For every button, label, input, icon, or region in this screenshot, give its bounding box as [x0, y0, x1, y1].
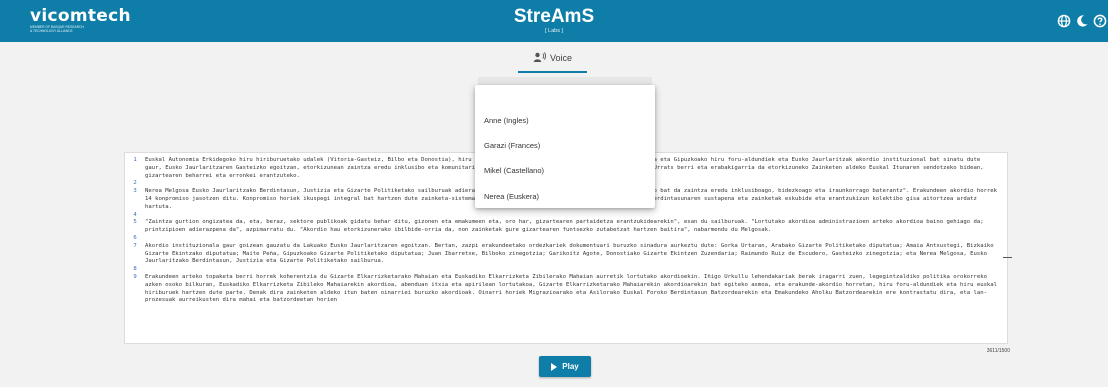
line-text: Erakundeen arteko topaketa berri horrek … — [145, 273, 998, 304]
voice-option-anne[interactable]: Anne (Ingles) — [475, 110, 655, 132]
voice-option-mikel[interactable]: Mikel (Castellano) — [475, 160, 655, 182]
app-title: StreAmS — [513, 6, 595, 27]
voice-option-garazi[interactable]: Garazi (Frances) — [475, 135, 655, 157]
line-number: 8 — [133, 266, 137, 273]
line-number: 5 — [133, 219, 137, 226]
play-button[interactable]: Play — [539, 356, 591, 377]
app-subtitle: [ Labs ] — [544, 28, 564, 34]
line-text — [145, 266, 1007, 274]
line-text: Akordio instituzionala gaur goizean gauz… — [145, 242, 994, 265]
globe-icon[interactable] — [1057, 11, 1075, 31]
line-text — [145, 235, 1007, 243]
tab-voice[interactable]: Voice — [518, 45, 587, 73]
line-number: 1 — [133, 157, 137, 163]
editor-line: 9 Erakundeen arteko topaketa berri horrek… — [125, 274, 1007, 305]
editor-scrollbar-mark — [1003, 257, 1012, 258]
app-header: vicomtech MEMBER OF BASQUE RESEARCH & TE… — [0, 0, 1108, 42]
line-number: 6 — [133, 234, 137, 241]
character-counter: 3611/1500 — [986, 348, 1010, 354]
line-number: 9 — [133, 273, 137, 280]
line-text — [145, 212, 1007, 220]
editor-line: 6 — [125, 235, 1007, 243]
play-label: Play — [562, 362, 579, 371]
moon-icon[interactable] — [1075, 11, 1093, 31]
line-number: 7 — [133, 242, 137, 249]
mode-tabs: Voice — [0, 45, 1108, 73]
play-icon — [551, 362, 558, 371]
line-number: 2 — [133, 180, 137, 187]
line-text: "Zaintza gurtion ongizatea da, eta, bera… — [145, 219, 984, 234]
voice-dropdown-menu: Anne (Ingles) Garazi (Frances) Mikel (Ca… — [475, 85, 655, 208]
tab-voice-label: Voice — [549, 53, 573, 63]
voice-option-nerea[interactable]: Nerea (Euskera) — [475, 186, 655, 208]
line-number: 3 — [133, 188, 137, 195]
editor-line: 8 — [125, 266, 1007, 274]
voice-icon — [533, 52, 547, 64]
editor-line: 5 "Zaintza gurtion ongizatea da, eta, ber… — [125, 219, 1007, 235]
editor-line: 7 Akordio instituzionala gaur goizean gau… — [125, 243, 1007, 266]
editor-line: 4 — [125, 212, 1007, 220]
line-number: 4 — [133, 211, 137, 218]
help-icon[interactable] — [1093, 11, 1108, 31]
